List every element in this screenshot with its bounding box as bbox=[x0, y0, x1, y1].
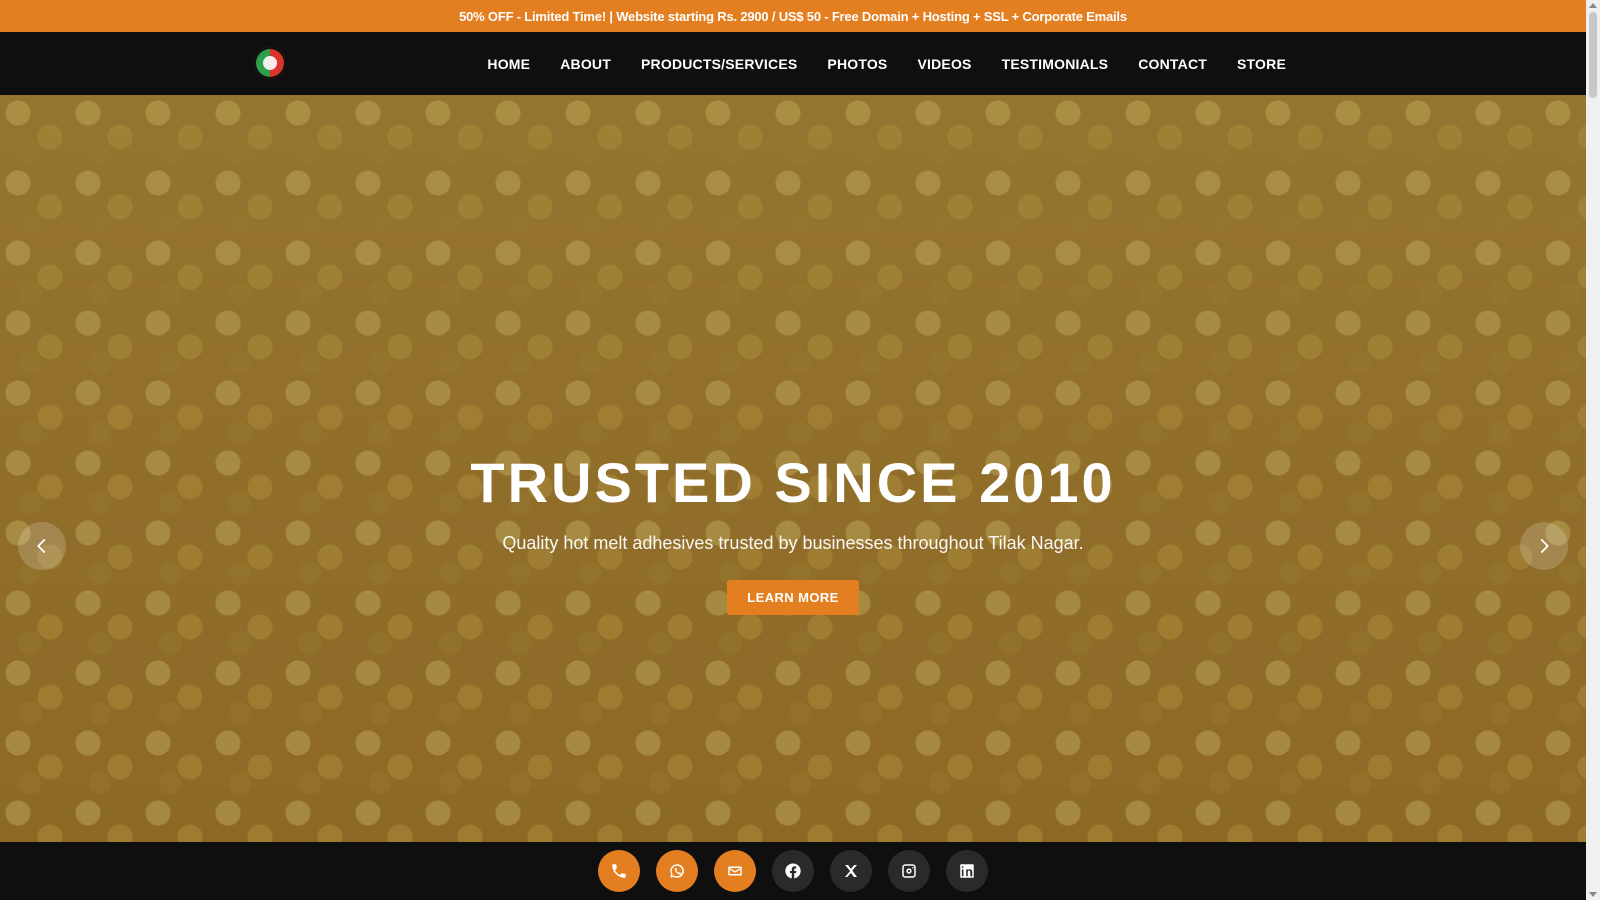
instagram-button[interactable] bbox=[888, 850, 930, 892]
facebook-icon bbox=[785, 863, 801, 879]
nav-testimonials[interactable]: TESTIMONIALS bbox=[1002, 56, 1109, 72]
phone-button[interactable] bbox=[598, 850, 640, 892]
nav-home[interactable]: HOME bbox=[487, 56, 530, 72]
hero-carousel: TRUSTED SINCE 2010 Quality hot melt adhe… bbox=[0, 95, 1586, 842]
x-icon bbox=[845, 865, 857, 877]
page-scrollbar[interactable] bbox=[1586, 0, 1600, 900]
linkedin-icon bbox=[960, 864, 974, 878]
scroll-down-arrow[interactable] bbox=[1589, 892, 1597, 897]
carousel-next-button[interactable] bbox=[1520, 522, 1568, 570]
scroll-up-arrow[interactable] bbox=[1589, 3, 1597, 8]
nav-products-services[interactable]: PRODUCTS/SERVICES bbox=[641, 56, 797, 72]
nav-photos[interactable]: PHOTOS bbox=[827, 56, 887, 72]
nav-about[interactable]: ABOUT bbox=[560, 56, 611, 72]
promo-text: 50% OFF - Limited Time! | Website starti… bbox=[459, 8, 1127, 24]
instagram-icon bbox=[902, 864, 916, 878]
mail-icon bbox=[728, 866, 742, 876]
hero-title: TRUSTED SINCE 2010 bbox=[470, 451, 1116, 514]
phone-icon bbox=[612, 864, 626, 878]
brand-logo[interactable] bbox=[254, 47, 286, 79]
facebook-button[interactable] bbox=[772, 850, 814, 892]
chevron-right-icon bbox=[1540, 539, 1549, 553]
scroll-thumb[interactable] bbox=[1589, 12, 1597, 98]
linkedin-button[interactable] bbox=[946, 850, 988, 892]
x-button[interactable] bbox=[830, 850, 872, 892]
nav-contact[interactable]: CONTACT bbox=[1138, 56, 1207, 72]
site-header: HOME ABOUT PRODUCTS/SERVICES PHOTOS VIDE… bbox=[0, 32, 1586, 95]
email-button[interactable] bbox=[714, 850, 756, 892]
promo-banner: 50% OFF - Limited Time! | Website starti… bbox=[0, 0, 1586, 32]
nav-videos[interactable]: VIDEOS bbox=[917, 56, 971, 72]
whatsapp-button[interactable] bbox=[656, 850, 698, 892]
hero-subtitle: Quality hot melt adhesives trusted by bu… bbox=[502, 533, 1084, 553]
chevron-left-icon bbox=[37, 539, 46, 553]
hero-content: TRUSTED SINCE 2010 Quality hot melt adhe… bbox=[0, 455, 1586, 615]
main-nav: HOME ABOUT PRODUCTS/SERVICES PHOTOS VIDE… bbox=[487, 32, 1286, 95]
nav-store[interactable]: STORE bbox=[1237, 56, 1286, 72]
contact-social-bar bbox=[0, 842, 1586, 900]
whatsapp-icon bbox=[670, 864, 684, 878]
carousel-prev-button[interactable] bbox=[18, 522, 66, 570]
learn-more-button[interactable]: LEARN MORE bbox=[727, 580, 859, 615]
